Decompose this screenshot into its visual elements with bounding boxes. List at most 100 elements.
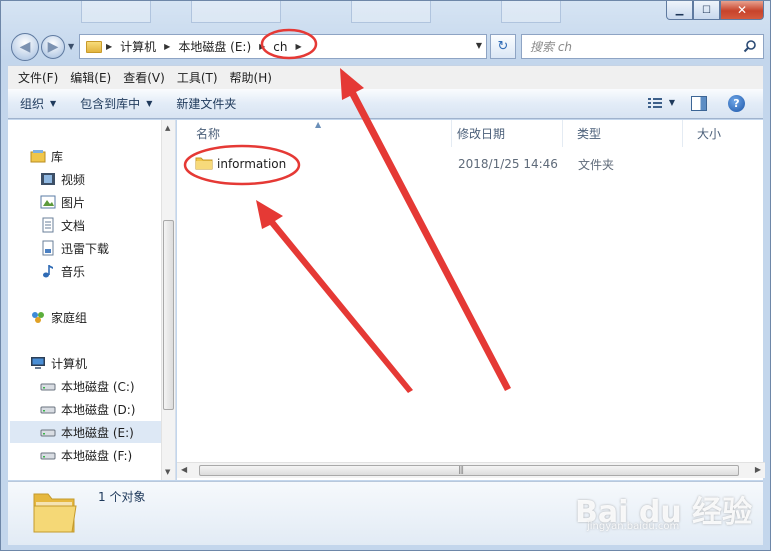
- breadcrumb-drive-e[interactable]: 本地磁盘 (E:): [174, 35, 255, 58]
- drive-icon: [40, 452, 56, 460]
- command-bar: 组织 ▼ 包含到库中 ▼ 新建文件夹 ▼ ?: [8, 89, 763, 119]
- nav-homegroup-label: 家庭组: [51, 310, 88, 325]
- nav-libraries-label: 库: [51, 149, 64, 164]
- new-folder-button[interactable]: 新建文件夹: [164, 89, 248, 118]
- breadcrumb-arrow-icon[interactable]: ▶: [292, 42, 306, 51]
- address-bar[interactable]: ▶ 计算机 ▶ 本地磁盘 (E:) ▶ ch ▶ ▼: [79, 34, 487, 59]
- large-folder-icon: [33, 493, 77, 533]
- menu-help[interactable]: 帮助(H): [224, 67, 278, 89]
- search-icon[interactable]: [743, 39, 757, 53]
- back-button[interactable]: ◀: [11, 33, 39, 61]
- organize-button[interactable]: 组织 ▼: [8, 89, 68, 118]
- search-input[interactable]: [530, 36, 730, 58]
- recent-pages-dropdown[interactable]: ▼: [68, 42, 74, 51]
- nav-drive-c-label: 本地磁盘 (C:): [61, 379, 135, 394]
- include-in-library-button[interactable]: 包含到库中 ▼: [68, 89, 164, 118]
- column-modified-label: 修改日期: [457, 127, 506, 141]
- nav-documents-label: 文档: [61, 218, 86, 233]
- breadcrumb-arrow-icon[interactable]: ▶: [102, 42, 116, 51]
- breadcrumb-computer[interactable]: 计算机: [116, 35, 160, 58]
- sort-ascending-icon: ▲: [315, 120, 322, 129]
- menu-tools[interactable]: 工具(T): [171, 67, 224, 89]
- file-name[interactable]: information: [217, 157, 286, 171]
- preview-pane-icon[interactable]: [691, 96, 707, 111]
- nav-drive-e-label: 本地磁盘 (E:): [61, 425, 134, 440]
- navigation-pane: 库 视频 图片 文档 迅雷下载 音乐 家庭组 计算机 本地磁盘 (C:) 本地磁…: [8, 120, 176, 480]
- download-folder-icon: [42, 240, 54, 256]
- nav-pictures-label: 图片: [61, 195, 86, 210]
- address-dropdown-icon[interactable]: ▼: [476, 41, 482, 50]
- nav-computer-label: 计算机: [51, 356, 88, 371]
- details-pane: 1 个对象 Bai du 经验 jingyan.baidu.com: [8, 481, 763, 545]
- nav-drive-f-label: 本地磁盘 (F:): [61, 448, 133, 463]
- nav-drive-e[interactable]: 本地磁盘 (E:): [10, 421, 162, 443]
- new-folder-label: 新建文件夹: [176, 97, 237, 111]
- breadcrumb-arrow-icon[interactable]: ▶: [160, 42, 174, 51]
- drive-icon: [40, 383, 56, 391]
- organize-label: 组织: [20, 97, 45, 111]
- nav-drive-d-label: 本地磁盘 (D:): [61, 402, 136, 417]
- nav-videos-label: 视频: [61, 172, 86, 187]
- breadcrumb-ch[interactable]: ch: [269, 35, 291, 58]
- close-button[interactable]: ✕: [720, 1, 764, 20]
- scroll-left-icon[interactable]: ◀: [181, 465, 187, 474]
- background-window-edge: [351, 1, 431, 23]
- video-icon: [41, 173, 55, 185]
- scroll-down-icon[interactable]: ▼: [165, 468, 170, 476]
- chevron-down-icon: ▼: [146, 99, 153, 108]
- drive-icon: [40, 406, 56, 414]
- file-modified: 2018/1/25 14:46: [458, 157, 558, 171]
- explorer-window: ▁ ☐ ✕ ◀ ▶ ▼ ▶ 计算机 ▶ 本地磁盘 (E:) ▶ ch ▶ ▼ ↻: [0, 0, 771, 551]
- file-row[interactable]: information 2018/1/25 14:46 文件夹: [185, 152, 755, 176]
- menu-file[interactable]: 文件(F): [12, 67, 64, 89]
- window-controls: ▁ ☐ ✕: [666, 1, 764, 21]
- library-icon: [30, 150, 46, 163]
- refresh-button[interactable]: ↻: [490, 34, 516, 59]
- scroll-thumb[interactable]: [199, 465, 739, 476]
- column-name-label: 名称: [196, 127, 221, 141]
- navigation-scrollbar[interactable]: ▲ ▼: [161, 120, 175, 480]
- homegroup-icon: [32, 312, 44, 323]
- nav-music-label: 音乐: [61, 264, 86, 279]
- menu-edit[interactable]: 编辑(E): [64, 67, 117, 89]
- include-in-library-label: 包含到库中: [80, 97, 141, 111]
- background-window-edge: [81, 1, 151, 23]
- folder-icon: [86, 40, 102, 53]
- file-type: 文件夹: [578, 157, 615, 172]
- item-count: 1 个对象: [98, 490, 146, 504]
- chevron-down-icon: ▼: [50, 99, 57, 108]
- picture-icon: [40, 195, 56, 209]
- document-icon: [42, 217, 54, 233]
- column-type-label: 类型: [577, 127, 602, 141]
- breadcrumb-arrow-icon[interactable]: ▶: [255, 42, 269, 51]
- scroll-thumb[interactable]: [163, 220, 174, 410]
- column-header-size[interactable]: 大小: [683, 120, 765, 147]
- minimize-button[interactable]: ▁: [666, 1, 693, 20]
- view-options-dropdown[interactable]: ▼: [669, 98, 675, 107]
- navigation-bar: ◀ ▶ ▼ ▶ 计算机 ▶ 本地磁盘 (E:) ▶ ch ▶ ▼ ↻: [9, 32, 764, 62]
- column-header-modified[interactable]: 修改日期: [443, 120, 563, 147]
- menu-view[interactable]: 查看(V): [117, 67, 171, 89]
- horizontal-scrollbar[interactable]: ◀ ||| ▶: [177, 462, 765, 478]
- maximize-button[interactable]: ☐: [693, 1, 720, 20]
- search-box[interactable]: [521, 34, 764, 59]
- watermark-url: jingyan.baidu.com: [587, 521, 680, 532]
- folder-icon: [195, 157, 213, 170]
- drive-icon: [40, 429, 56, 437]
- scroll-grip-icon: |||: [458, 465, 464, 474]
- forward-button[interactable]: ▶: [41, 35, 65, 59]
- menu-bar: 文件(F) 编辑(E) 查看(V) 工具(T) 帮助(H): [8, 65, 763, 89]
- computer-icon: [31, 357, 45, 369]
- column-header-type[interactable]: 类型: [563, 120, 683, 147]
- help-icon[interactable]: ?: [728, 95, 745, 112]
- change-view-icon[interactable]: [647, 97, 663, 110]
- column-size-label: 大小: [697, 127, 722, 141]
- file-list: 名称 ▲ 修改日期 类型 大小 information 2018/1/25 14…: [177, 120, 765, 480]
- background-window-edge: [501, 1, 561, 23]
- scroll-right-icon[interactable]: ▶: [755, 465, 761, 474]
- scroll-up-icon[interactable]: ▲: [165, 124, 170, 132]
- watermark: Bai du 经验 jingyan.baidu.com: [575, 485, 755, 541]
- nav-thunder-downloads-label: 迅雷下载: [61, 241, 110, 256]
- title-bar: [81, 1, 641, 23]
- background-window-edge: [191, 1, 281, 23]
